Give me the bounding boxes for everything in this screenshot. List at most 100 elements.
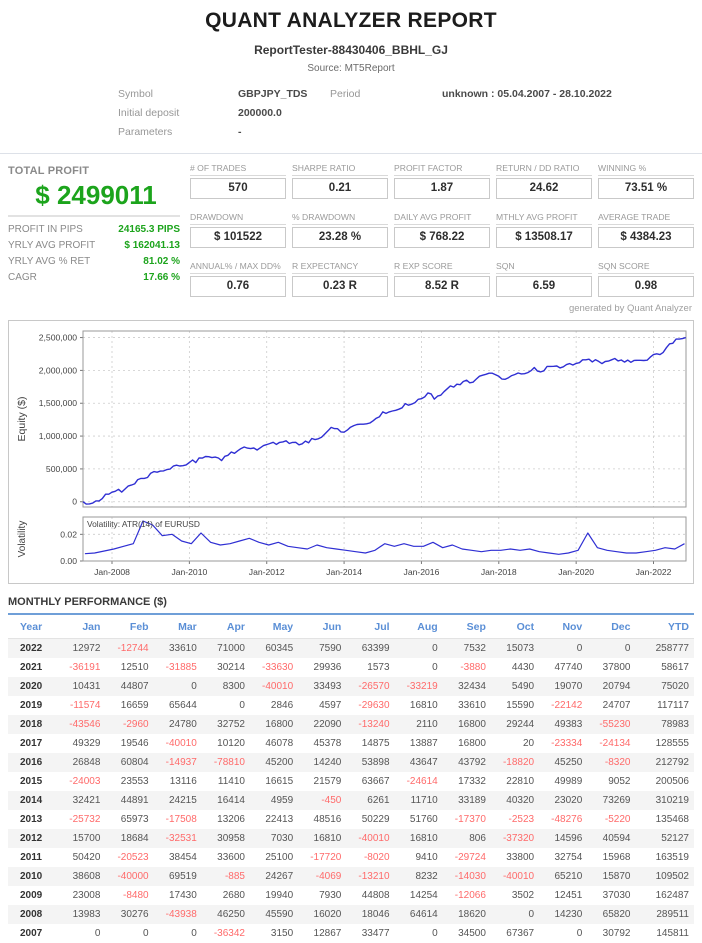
stat-label: DAILY AVG PROFIT: [394, 212, 490, 225]
year-cell: 2008: [19, 909, 43, 920]
month-cell: 10431: [72, 681, 101, 692]
month-cell: 19070: [554, 681, 583, 692]
month-cell: 4959: [270, 795, 294, 806]
month-cell: -40010: [165, 738, 197, 749]
x-tick-label: Jan-2012: [249, 567, 285, 577]
ytd-cell: 128555: [655, 738, 689, 749]
month-cell: -40010: [358, 833, 390, 844]
table-row: 2009 23008 -8480 17430 2680 19940 7930 44808 142…: [8, 886, 694, 905]
stat-label: AVERAGE TRADE: [598, 212, 694, 225]
month-cell: 14875: [361, 738, 390, 749]
report-name: ReportTester-88430406_BBHL_GJ: [254, 43, 448, 57]
month-cell: 23008: [72, 890, 101, 901]
month-cell: 9410: [415, 852, 438, 863]
stat-label: % DRAWDOWN: [292, 212, 388, 225]
month-cell: 63667: [361, 776, 390, 787]
stat-label: RETURN / DD RATIO: [496, 163, 592, 176]
parameters-value: -: [238, 126, 242, 138]
x-tick-label: Jan-2020: [558, 567, 594, 577]
month-cell: 19546: [120, 738, 149, 749]
month-cell: -2960: [123, 719, 149, 730]
page-title: QUANT ANALYZER REPORT: [205, 9, 497, 32]
month-cell: -17508: [165, 814, 197, 825]
stat-value: $ 768.22: [394, 227, 490, 248]
month-cell: 32421: [72, 795, 101, 806]
month-cell: 4430: [511, 662, 535, 673]
month-cell: 40594: [602, 833, 631, 844]
month-cell: 22413: [265, 814, 294, 825]
year-cell: 2010: [19, 871, 43, 882]
month-cell: -29724: [454, 852, 486, 863]
month-cell: 48516: [313, 814, 342, 825]
table-row: 2017 49329 19546 -40010 10120 46078 45378 14875…: [8, 734, 694, 753]
year-cell: 2018: [19, 719, 43, 730]
ytd-cell: 289511: [656, 909, 689, 920]
month-cell: 13206: [217, 814, 245, 825]
volatility-tick-label: 0.02: [60, 529, 77, 539]
month-cell: 0: [191, 928, 197, 939]
month-cell: 43647: [409, 757, 438, 768]
month-cell: 49383: [554, 719, 583, 730]
table-row: 2018 -43546 -2960 24780 32752 16800 22090 -1324…: [8, 715, 694, 734]
period-value: unknown : 05.04.2007 - 28.10.2022: [442, 88, 612, 100]
month-cell: -13210: [358, 871, 390, 882]
month-cell: 7930: [319, 890, 342, 901]
stat-label: # OF TRADES: [190, 163, 286, 176]
month-cell: 45200: [265, 757, 294, 768]
column-header-jan: Jan: [57, 615, 106, 639]
stat-label: R EXPECTANCY: [292, 261, 388, 274]
month-cell: 12867: [313, 928, 342, 939]
month-cell: 18684: [120, 833, 149, 844]
month-cell: -23334: [551, 738, 583, 749]
stat-value: 0.98: [598, 276, 694, 297]
month-cell: -450: [321, 795, 342, 806]
month-cell: 13116: [169, 776, 197, 787]
month-cell: 32754: [554, 852, 583, 863]
month-cell: 26848: [72, 757, 101, 768]
month-cell: 16800: [458, 719, 486, 730]
x-tick-label: Jan-2010: [171, 567, 207, 577]
quant-analyzer-report: QUANT ANALYZER REPORT ReportTester-88430…: [0, 0, 702, 943]
month-cell: 16810: [313, 833, 342, 844]
column-header-ytd: YTD: [635, 615, 694, 639]
month-cell: 3150: [270, 928, 294, 939]
month-cell: -885: [224, 871, 245, 882]
month-cell: 8232: [415, 871, 438, 882]
month-cell: 44891: [120, 795, 149, 806]
month-cell: 23553: [120, 776, 149, 787]
month-cell: 24707: [602, 700, 631, 711]
equity-tick-label: 500,000: [46, 464, 77, 474]
stat-cell: SHARPE RATIO 0.21: [292, 163, 388, 199]
month-cell: 29244: [506, 719, 535, 730]
month-cell: 14596: [554, 833, 583, 844]
month-cell: 15870: [602, 871, 631, 882]
month-cell: 65973: [120, 814, 149, 825]
ytd-cell: 109502: [655, 871, 689, 882]
column-header-apr: Apr: [201, 615, 250, 639]
month-cell: 15073: [506, 643, 535, 654]
month-cell: 11410: [217, 776, 245, 787]
month-cell: 8300: [222, 681, 245, 692]
stat-value: 6.59: [496, 276, 592, 297]
stat-cell: WINNING % 73.51 %: [598, 163, 694, 199]
table-row: 2008 13983 30276 -43938 46250 45590 16020 18046…: [8, 905, 694, 924]
month-cell: 47740: [554, 662, 583, 673]
equity-axis-title: Equity ($): [16, 397, 28, 442]
month-cell: 2846: [270, 700, 294, 711]
summary-row-label: YRLY AVG % RET: [8, 256, 91, 267]
summary-row: PROFIT IN PIPS 24165.3 PIPS: [8, 222, 180, 238]
report-info: Symbol GBPJPY_TDS Period unknown : 05.04…: [118, 88, 702, 145]
column-header-nov: Nov: [539, 615, 588, 639]
month-cell: -43938: [165, 909, 197, 920]
x-tick-label: Jan-2014: [326, 567, 362, 577]
year-cell: 2013: [19, 814, 43, 825]
month-cell: 23020: [554, 795, 583, 806]
month-cell: 65644: [168, 700, 197, 711]
ytd-cell: 258777: [655, 643, 689, 654]
column-header-aug: Aug: [394, 615, 443, 639]
month-cell: 45590: [265, 909, 294, 920]
month-cell: 0: [239, 700, 245, 711]
month-cell: 16810: [409, 700, 438, 711]
month-cell: 14254: [409, 890, 438, 901]
month-cell: 22090: [313, 719, 342, 730]
